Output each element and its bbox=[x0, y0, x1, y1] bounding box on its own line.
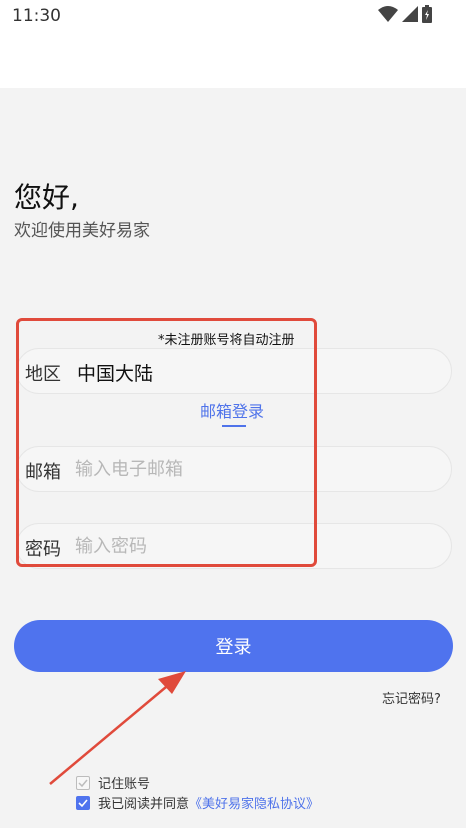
status-icons bbox=[378, 5, 432, 23]
agree-prefix: 我已阅读并同意 bbox=[98, 797, 190, 812]
remember-checkbox[interactable] bbox=[76, 775, 90, 790]
login-button[interactable]: 登录 bbox=[14, 620, 453, 672]
email-input[interactable] bbox=[75, 456, 435, 482]
region-label: 地区 bbox=[25, 364, 61, 385]
password-field-container: 密码 bbox=[16, 523, 452, 569]
tab-email-login[interactable]: 邮箱登录 bbox=[200, 398, 264, 422]
region-selector[interactable]: 地区 中国大陆 bbox=[16, 348, 452, 394]
agree-checkbox[interactable] bbox=[76, 795, 90, 810]
battery-icon bbox=[422, 5, 432, 23]
tab-underline bbox=[222, 425, 246, 427]
check-icon bbox=[78, 798, 88, 807]
agreement-option[interactable]: 我已阅读并同意 《美好易家隐私协议》 bbox=[76, 793, 319, 812]
privacy-agreement-link[interactable]: 《美好易家隐私协议》 bbox=[189, 793, 319, 812]
greeting-title: 您好, bbox=[14, 181, 79, 214]
region-value: 中国大陆 bbox=[77, 363, 154, 385]
check-icon bbox=[78, 779, 88, 787]
forgot-password-link[interactable]: 忘记密码? bbox=[382, 688, 441, 707]
remember-label: 记住账号 bbox=[98, 777, 151, 792]
email-field-container: 邮箱 bbox=[16, 446, 452, 492]
auto-register-notice: *未注册账号将自动注册 bbox=[158, 333, 295, 348]
email-label: 邮箱 bbox=[25, 462, 61, 483]
remember-account-option[interactable]: 记住账号 bbox=[76, 773, 150, 792]
wifi-icon bbox=[378, 6, 398, 22]
status-bar: 11:30 bbox=[0, 0, 466, 88]
password-label: 密码 bbox=[25, 539, 61, 560]
signal-icon bbox=[402, 6, 418, 22]
greeting-subtitle: 欢迎使用美好易家 bbox=[14, 221, 150, 241]
status-time: 11:30 bbox=[12, 6, 61, 26]
password-input[interactable] bbox=[75, 533, 435, 559]
